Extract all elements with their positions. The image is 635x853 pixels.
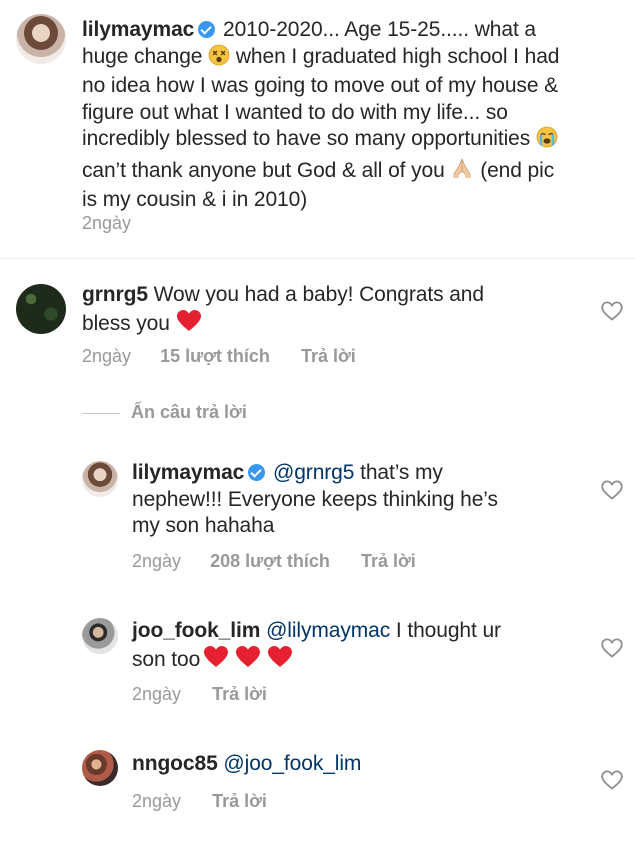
replies-divider	[82, 413, 120, 414]
caption-text: lilymaymac 2010-2020... Age 15-25..... w…	[82, 18, 560, 211]
reply-meta: 2ngày Trả lời	[132, 683, 267, 705]
reply-button[interactable]: Trả lời	[212, 683, 267, 705]
reply-text: joo_fook_lim @lilymaymac I thought ur so…	[132, 618, 582, 676]
caption-meta: 2ngày	[82, 212, 131, 234]
reply-button[interactable]: Trả lời	[301, 345, 356, 367]
comment-username[interactable]: grnrg5	[82, 283, 148, 306]
mention-link[interactable]: @grnrg5	[273, 461, 354, 484]
loudly-crying-face-emoji-icon	[536, 126, 558, 156]
verified-badge-icon	[248, 464, 266, 481]
reply-meta: 2ngày Trả lời	[132, 790, 267, 812]
red-heart-emoji-icon	[176, 309, 202, 341]
reply-meta: 2ngày 208 lượt thích Trả lời	[132, 550, 416, 572]
reply-button[interactable]: Trả lời	[361, 550, 416, 572]
avatar[interactable]	[82, 461, 118, 497]
comment-meta: 2ngày 15 lượt thích Trả lời	[82, 345, 356, 367]
red-heart-emoji-icon	[267, 645, 293, 677]
avatar[interactable]	[16, 284, 66, 334]
verified-badge-icon	[198, 21, 216, 38]
timestamp: 2ngày	[82, 213, 132, 233]
red-heart-emoji-icon	[203, 645, 229, 677]
reply-text: nngoc85 @joo_fook_lim	[132, 751, 582, 778]
like-heart-icon[interactable]	[601, 480, 623, 500]
reply-text: lilymaymac @grnrg5 that’s my nephew!!! E…	[132, 461, 498, 537]
comments-page: lilymaymac 2010-2020... Age 15-25..... w…	[0, 0, 635, 853]
likes-count[interactable]: 208 lượt thích	[210, 550, 330, 572]
separator	[0, 258, 635, 259]
like-heart-icon[interactable]	[601, 301, 623, 321]
timestamp: 2ngày	[132, 791, 182, 811]
likes-count[interactable]: 15 lượt thích	[160, 345, 270, 367]
reply-username[interactable]: nngoc85	[132, 752, 218, 775]
mention-link[interactable]: @joo_fook_lim	[223, 752, 361, 775]
like-heart-icon[interactable]	[601, 638, 623, 658]
reply-username[interactable]: lilymaymac	[132, 461, 244, 484]
timestamp: 2ngày	[132, 551, 182, 571]
dizzy-face-emoji-icon	[208, 44, 230, 74]
like-heart-icon[interactable]	[601, 770, 623, 790]
avatar[interactable]	[82, 618, 118, 654]
avatar[interactable]	[82, 750, 118, 786]
reply-username[interactable]: joo_fook_lim	[132, 619, 260, 642]
reply-button[interactable]: Trả lời	[212, 790, 267, 812]
avatar[interactable]	[16, 14, 66, 64]
comment-text: grnrg5 Wow you had a baby! Congrats and …	[82, 282, 572, 340]
red-heart-emoji-icon	[235, 645, 261, 677]
timestamp: 2ngày	[132, 684, 182, 704]
timestamp: 2ngày	[82, 346, 132, 366]
caption-username[interactable]: lilymaymac	[82, 18, 194, 41]
mention-link[interactable]: @lilymaymac	[266, 619, 390, 642]
folded-hands-emoji-icon	[450, 156, 474, 188]
hide-replies-button[interactable]: Ẩn câu trả lời	[131, 402, 247, 423]
